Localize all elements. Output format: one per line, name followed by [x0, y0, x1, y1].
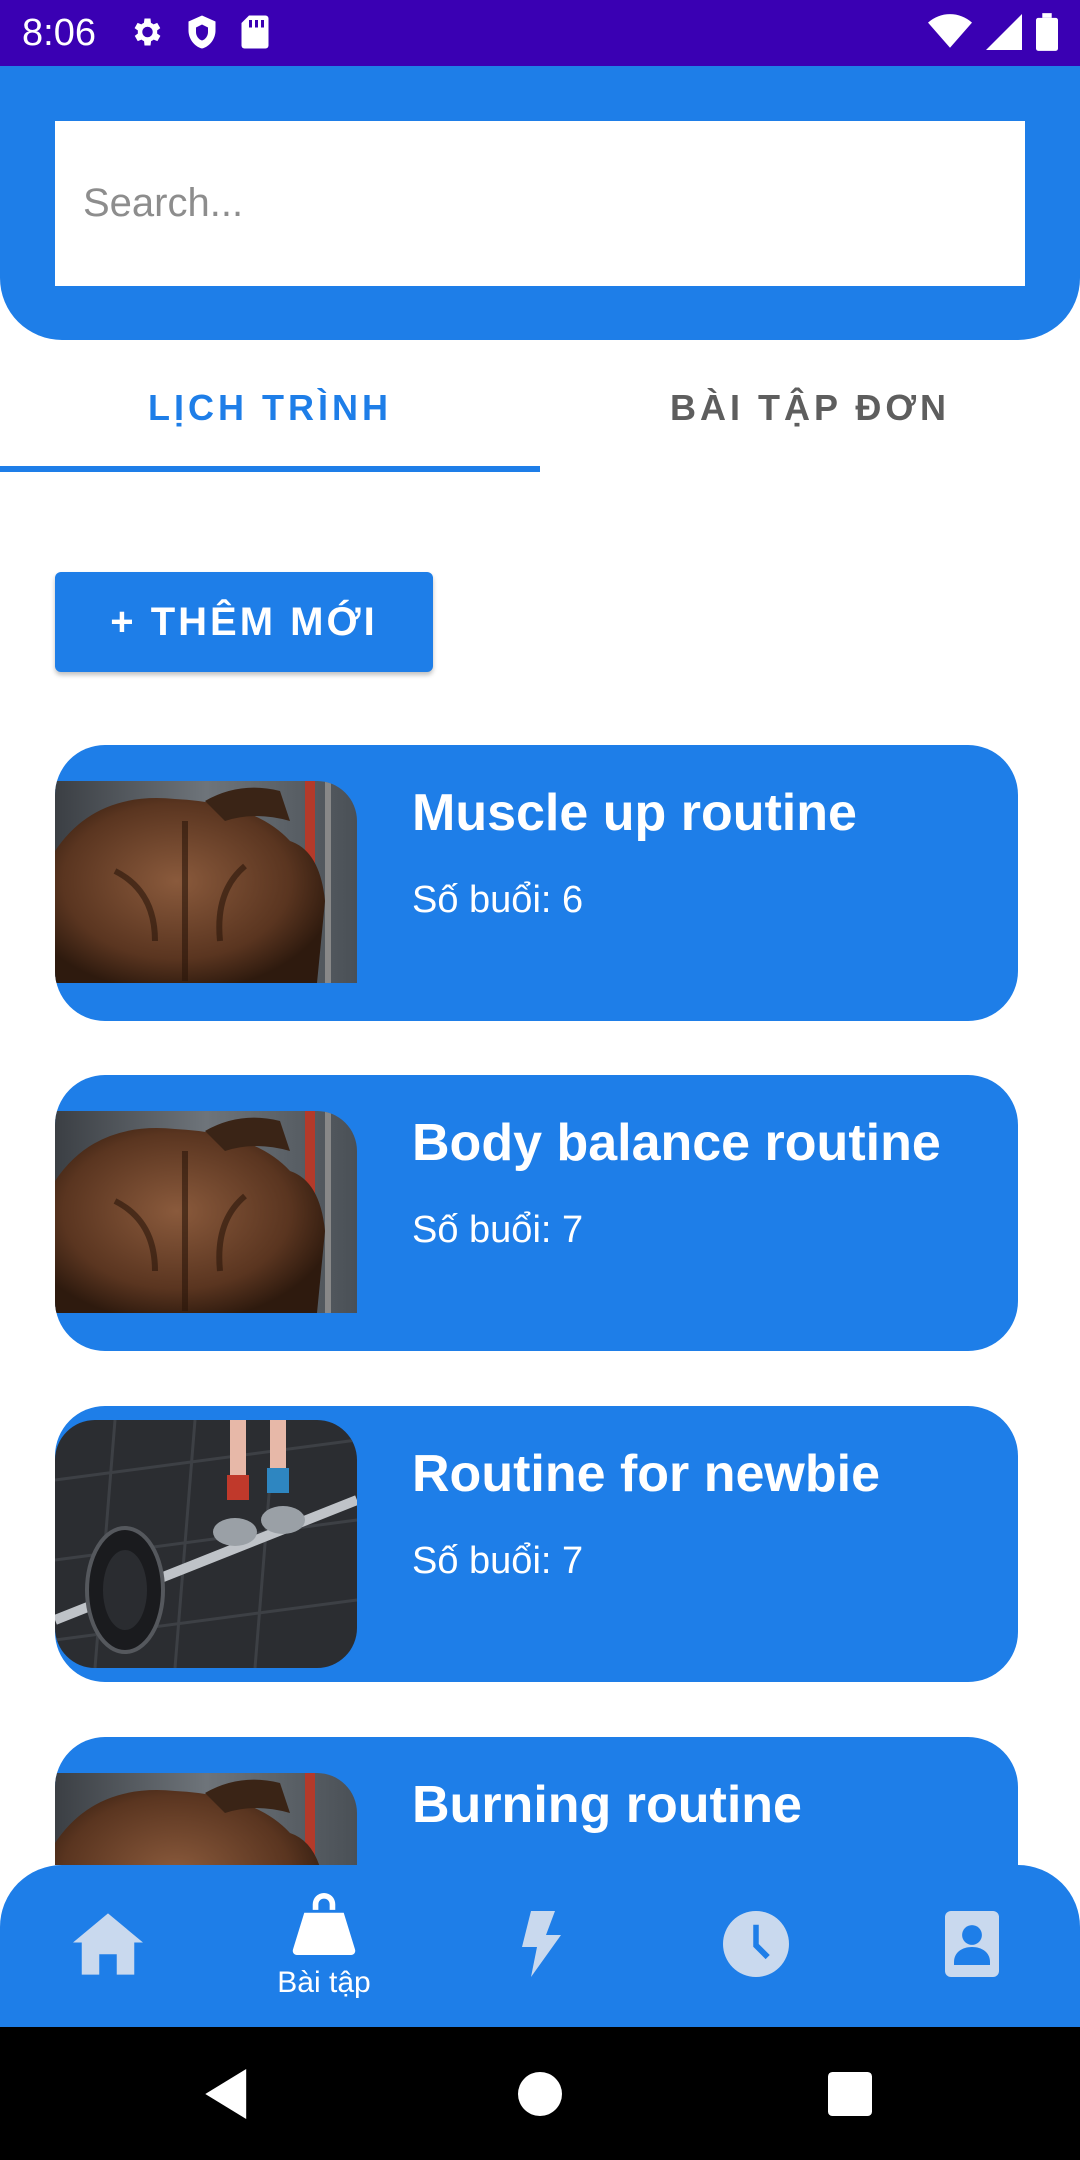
add-new-button[interactable]: + THÊM MỚI: [55, 572, 433, 672]
routine-card[interactable]: Routine for newbie Số buổi: 7: [55, 1406, 1018, 1682]
routine-card[interactable]: Muscle up routine Số buổi: 6: [55, 745, 1018, 1021]
nav-activity[interactable]: [432, 1865, 648, 2027]
routine-title: Body balance routine: [412, 1114, 941, 1172]
back-icon[interactable]: [196, 2062, 260, 2126]
routine-title: Routine for newbie: [412, 1445, 880, 1503]
routine-image: [55, 1420, 357, 1668]
routine-list[interactable]: + THÊM MỚI Muscle up routine Số buổi: 6 …: [0, 0, 1080, 1865]
nav-history[interactable]: [648, 1865, 864, 2027]
routine-title: Muscle up routine: [412, 784, 857, 842]
contact-icon: [945, 1910, 999, 1982]
bottom-nav: Bài tập: [0, 1865, 1080, 2027]
routine-sessions: Số buổi: 6: [412, 879, 584, 921]
routine-sessions: Số buổi: 7: [412, 1540, 584, 1582]
clock-icon: [723, 1910, 789, 1982]
routine-sessions: Số buổi: 7: [412, 1209, 584, 1251]
nav-home[interactable]: [0, 1865, 216, 2027]
nav-profile[interactable]: [864, 1865, 1080, 2027]
routine-image: [55, 1111, 357, 1313]
nav-label-exercises: Bài tập: [277, 1965, 371, 1999]
kettlebell-icon: [290, 1892, 358, 1960]
routine-card[interactable]: Body balance routine Số buổi: 7: [55, 1075, 1018, 1351]
routine-card[interactable]: Burning routine: [55, 1737, 1018, 1865]
home-icon: [73, 1912, 143, 1980]
routine-image: [55, 1773, 357, 1865]
routine-image: [55, 781, 357, 983]
system-nav-bar: [0, 2027, 1080, 2160]
lightning-icon: [517, 1910, 563, 1982]
routine-title: Burning routine: [412, 1776, 802, 1834]
home-circle-icon[interactable]: [508, 2062, 572, 2126]
nav-exercises[interactable]: Bài tập: [216, 1865, 432, 2027]
recents-icon[interactable]: [818, 2062, 882, 2126]
